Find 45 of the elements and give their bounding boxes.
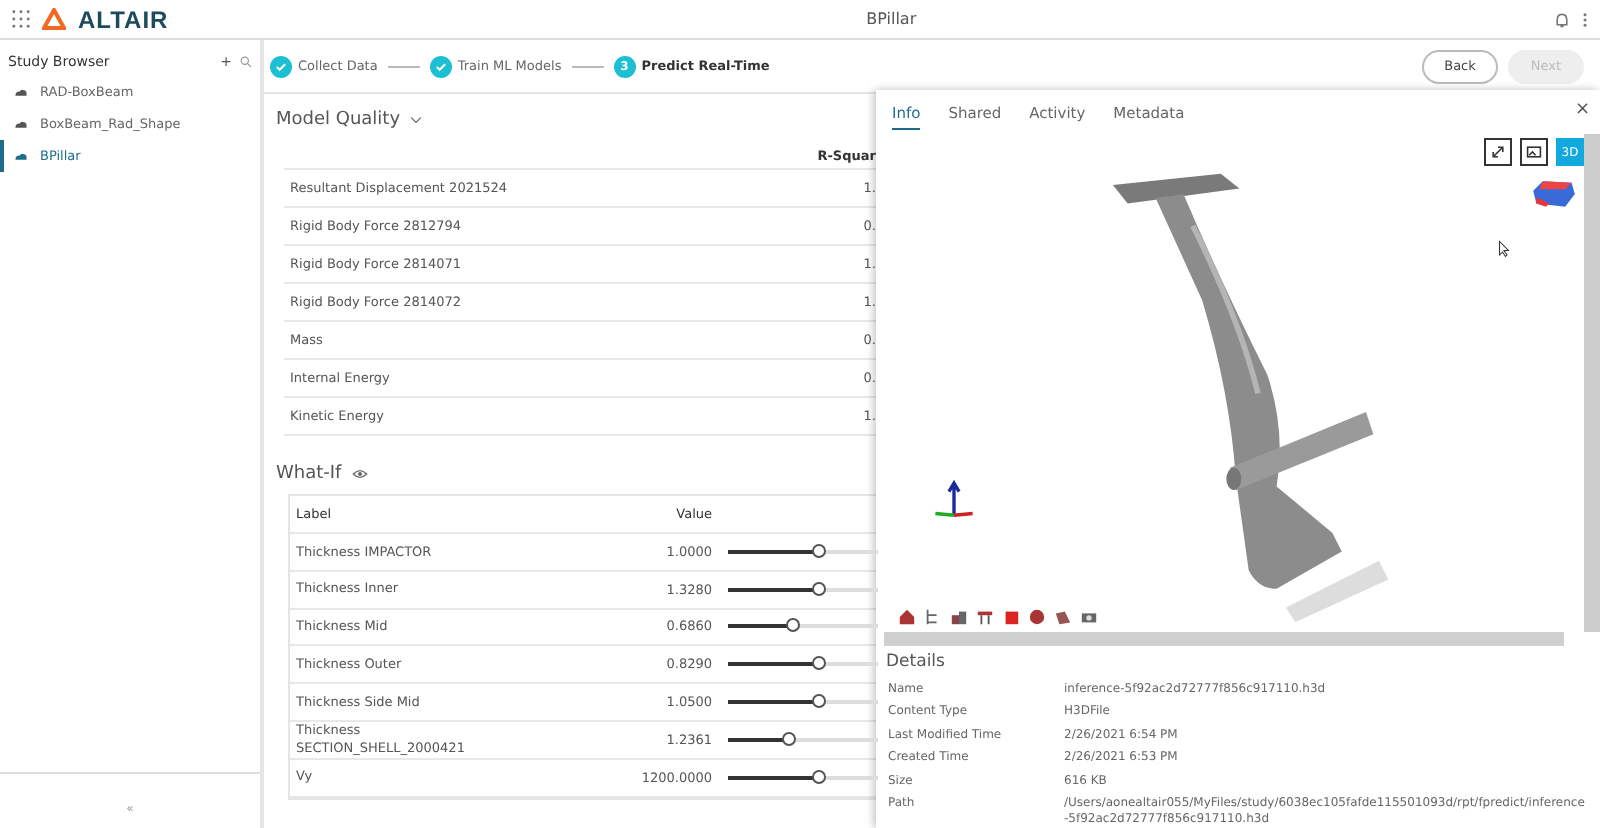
- tree-icon[interactable]: [924, 607, 942, 626]
- expand-button[interactable]: [1484, 138, 1512, 166]
- app-grid-icon[interactable]: [12, 10, 30, 28]
- chevron-down-icon[interactable]: [410, 116, 423, 124]
- search-icon[interactable]: [240, 56, 252, 68]
- slider-track[interactable]: [728, 775, 878, 780]
- more-icon[interactable]: [1582, 11, 1588, 27]
- camera-icon[interactable]: [1080, 607, 1098, 626]
- image-button[interactable]: [1520, 138, 1548, 166]
- bell-icon[interactable]: [1554, 11, 1570, 27]
- slider-track[interactable]: [728, 549, 878, 554]
- view-cube-icon[interactable]: [1530, 178, 1578, 210]
- slider-track[interactable]: [728, 587, 878, 592]
- details-title: Details: [884, 649, 947, 676]
- slider-thumb[interactable]: [812, 769, 826, 784]
- slider-thumb[interactable]: [812, 694, 826, 709]
- image-icon: [1526, 144, 1542, 160]
- brand-name: ALTAIR: [78, 5, 169, 33]
- sphere-icon[interactable]: [1028, 607, 1046, 626]
- cursor-icon: [1498, 240, 1510, 258]
- vertical-scrollbar[interactable]: [1584, 134, 1600, 632]
- check-icon: [433, 59, 448, 73]
- slider-thumb[interactable]: [782, 731, 796, 746]
- slider-track[interactable]: [728, 662, 878, 667]
- horizontal-scrollbar[interactable]: [884, 631, 1564, 646]
- app-title: BPillar: [864, 10, 919, 28]
- slider-thumb[interactable]: [812, 581, 826, 596]
- slider-thumb[interactable]: [786, 618, 801, 633]
- check-icon: [274, 59, 288, 73]
- eye-icon[interactable]: [351, 468, 368, 480]
- slider-track[interactable]: [728, 624, 878, 629]
- close-button[interactable]: ×: [1574, 102, 1590, 120]
- cloud-icon: [14, 87, 28, 97]
- triangle-logo-icon: [42, 8, 66, 30]
- axis-triad-icon: [932, 478, 976, 522]
- section-title: What-If: [276, 464, 342, 484]
- cloud-icon: [14, 151, 28, 161]
- section-title: Model Quality: [276, 110, 401, 130]
- slider-thumb[interactable]: [812, 656, 826, 671]
- slider-track[interactable]: [728, 737, 878, 742]
- home-icon[interactable]: [898, 607, 916, 626]
- expand-icon: [1490, 144, 1506, 160]
- cloud-icon: [14, 119, 28, 129]
- slider-thumb[interactable]: [812, 543, 826, 558]
- slider-track[interactable]: [728, 700, 878, 705]
